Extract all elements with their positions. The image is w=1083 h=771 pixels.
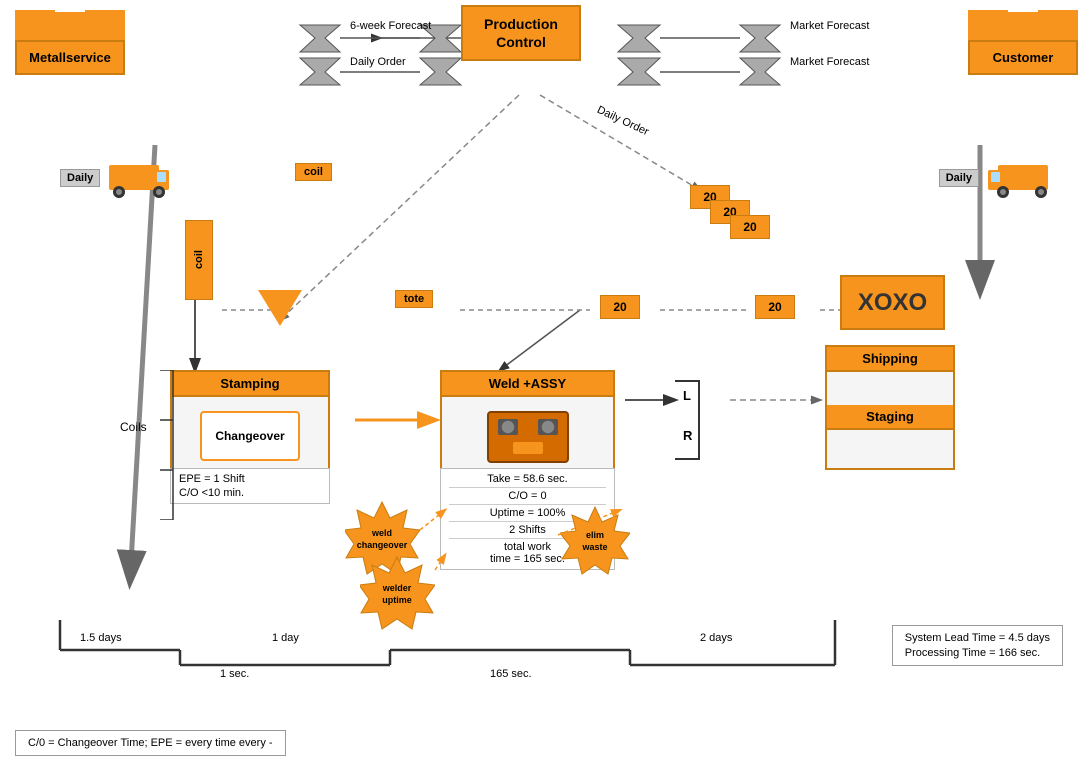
weld-assy-process: Weld +ASSY	[440, 370, 615, 479]
six-week-forecast-label: 6-week Forecast	[350, 20, 431, 32]
timeline-sec-1: 1 sec.	[220, 668, 249, 680]
coil-vertical: coil	[185, 220, 213, 300]
timeline-days-1: 1 day	[272, 632, 299, 644]
metallservice-factory: Metallservice	[15, 10, 125, 75]
changeover-label: Changeover	[200, 411, 300, 461]
truck-left: Daily	[60, 155, 174, 200]
legend-box: C/0 = Changeover Time; EPE = every time …	[15, 730, 286, 756]
timeline-days-1-5: 1.5 days	[80, 632, 122, 644]
staging-process: Staging	[825, 405, 955, 470]
metallservice-label: Metallservice	[15, 40, 125, 75]
truck-right: Daily	[939, 155, 1053, 200]
customer-factory: Customer	[968, 10, 1078, 75]
stamping-info: EPE = 1 Shift C/O <10 min.	[170, 468, 330, 504]
stamping-label: Stamping	[170, 370, 330, 397]
stamping-epe: EPE = 1 Shift	[179, 473, 321, 485]
shipping-label: Shipping	[825, 345, 955, 372]
market-forecast-label-1: Market Forecast	[790, 20, 869, 32]
stamping-process: Stamping Changeover	[170, 370, 330, 477]
timeline-sec-165: 165 sec.	[490, 668, 532, 680]
market-forecast-label-2: Market Forecast	[790, 56, 869, 68]
inv-20-mid: 20	[600, 295, 640, 319]
svg-text:welder: welder	[382, 583, 412, 593]
summary-box: System Lead Time = 4.5 days Processing T…	[892, 625, 1063, 666]
legend-text: C/0 = Changeover Time; EPE = every time …	[28, 737, 273, 749]
coil-label-top: coil	[295, 163, 332, 181]
weld-co: C/O = 0	[449, 490, 606, 505]
stacked-inv-3: 20	[730, 215, 770, 239]
staging-label: Staging	[825, 405, 955, 430]
daily-order-diagonal-label: Daily Order	[595, 104, 650, 138]
production-control-label: Production Control	[461, 5, 581, 61]
weld-assy-label: Weld +ASSY	[440, 370, 615, 397]
svg-text:waste: waste	[581, 542, 607, 552]
stamping-co: C/O <10 min.	[179, 487, 321, 499]
weld-take: Take = 58.6 sec.	[449, 473, 606, 488]
kaizen-elim-waste: elim waste	[560, 505, 630, 575]
push-symbol: S	[258, 290, 302, 326]
customer-label: Customer	[968, 40, 1078, 75]
coils-label: Coils	[120, 420, 147, 434]
daily-order-label-left: Daily Order	[350, 56, 406, 68]
timeline-days-2: 2 days	[700, 632, 732, 644]
push-s-label: S	[266, 260, 275, 276]
svg-text:weld: weld	[371, 528, 392, 538]
svg-text:uptime: uptime	[382, 595, 412, 605]
system-lead-time: System Lead Time = 4.5 days	[905, 632, 1050, 644]
production-control-factory: Production Control	[461, 5, 581, 61]
svg-text:changeover: changeover	[357, 540, 408, 550]
processing-time: Processing Time = 166 sec.	[905, 647, 1050, 659]
svg-text:elim: elim	[586, 530, 604, 540]
tote-label: tote	[395, 290, 433, 308]
kaizen-welder-uptime: welder uptime	[360, 555, 435, 630]
xoxo-box: XOXO	[840, 275, 945, 330]
inv-20-right: 20	[755, 295, 795, 319]
